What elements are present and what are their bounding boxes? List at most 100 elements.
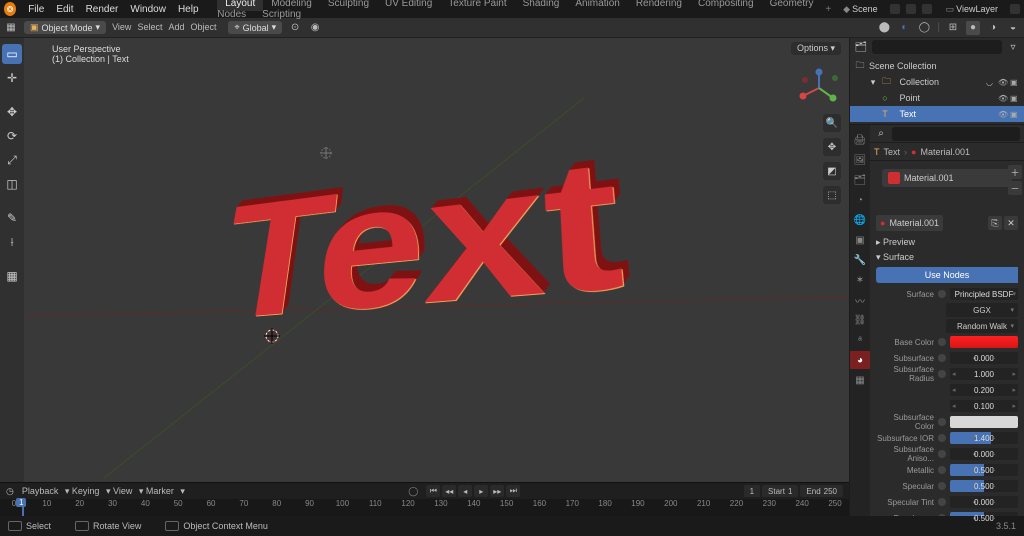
nav-gizmo[interactable]: [799, 68, 839, 108]
overlays-icon[interactable]: ◯: [917, 21, 931, 35]
filter-icon[interactable]: ▿: [1006, 40, 1020, 54]
tree-item-text[interactable]: T Text👁▣: [850, 106, 1024, 122]
select-tool[interactable]: ▭: [2, 44, 22, 64]
addcube-tool[interactable]: ▦: [2, 266, 22, 286]
workspace-tab-shading[interactable]: Shading: [515, 0, 568, 11]
outliner-search[interactable]: [872, 40, 1002, 54]
jump-start-button[interactable]: ⏮: [426, 485, 440, 497]
prop-metallic[interactable]: ◂0.500▸: [950, 464, 1018, 476]
tl-menu-keying[interactable]: Keying: [72, 486, 100, 496]
header-menu-object[interactable]: Object: [190, 22, 216, 32]
pan-icon[interactable]: ✥: [823, 138, 841, 156]
playhead[interactable]: [22, 499, 24, 517]
editor-type-icon[interactable]: ▦: [4, 21, 18, 35]
ptab-material[interactable]: ◕: [850, 351, 870, 369]
ptab-modifiers[interactable]: 🔧: [850, 251, 870, 269]
shading-matcap-icon[interactable]: ◐: [897, 21, 911, 35]
measure-tool[interactable]: ⟊: [2, 232, 22, 252]
prop-subsurface[interactable]: ◂0.000▸: [950, 352, 1018, 364]
frame-current[interactable]: 1: [744, 485, 760, 497]
tree-item-point[interactable]: ○ Point👁▣: [850, 90, 1024, 106]
mode-selector[interactable]: ▣Object Mode▾: [24, 21, 106, 34]
text-3d-object[interactable]: Text Text Text Text Text Text Text: [212, 149, 628, 331]
ptab-world[interactable]: 🌐: [850, 211, 870, 229]
workspace-tab-texture-paint[interactable]: Texture Paint: [440, 0, 514, 11]
ptab-texture[interactable]: ▦: [850, 371, 870, 389]
snap-icon[interactable]: ⊙: [288, 21, 302, 35]
prop-specular-tint[interactable]: ◂0.000▸: [950, 496, 1018, 508]
rotate-tool[interactable]: ⟳: [2, 126, 22, 146]
viewport[interactable]: User Perspective (1) Collection | Text O…: [24, 38, 849, 516]
ptab-render[interactable]: 🖨: [850, 131, 870, 149]
keyframe-prev-button[interactable]: ◂◂: [442, 485, 456, 497]
render-icon[interactable]: ◒: [1006, 21, 1020, 35]
cursor-tool[interactable]: ✛: [2, 68, 22, 88]
workspace-tab-animation[interactable]: Animation: [567, 0, 627, 11]
menu-edit[interactable]: Edit: [50, 2, 79, 17]
ptab-object[interactable]: ▣: [850, 231, 870, 249]
subsurf-method-selector[interactable]: Random Walk: [946, 319, 1018, 333]
ptab-scene[interactable]: ◔: [850, 191, 870, 209]
workspace-tab-sculpting[interactable]: Sculpting: [320, 0, 377, 11]
workspace-tab-uv-editing[interactable]: UV Editing: [377, 0, 440, 11]
prop-subsurface-radius[interactable]: ◂0.200▸: [950, 384, 1018, 396]
frame-end[interactable]: End 250: [800, 485, 843, 497]
menu-window[interactable]: Window: [124, 2, 172, 17]
transform-tool[interactable]: ◫: [2, 174, 22, 194]
material-name-input[interactable]: ●Material.001: [876, 215, 943, 231]
slot-add-button[interactable]: ＋: [1008, 165, 1022, 179]
ptab-constraints[interactable]: ⛓: [850, 311, 870, 329]
ptab-particles[interactable]: ✶: [850, 271, 870, 289]
preview-panel-toggle[interactable]: ▸ Preview: [876, 235, 1018, 250]
orientation-selector[interactable]: ⌖Global▾: [228, 21, 282, 34]
prop-subsurface-aniso-[interactable]: ◂0.000▸: [950, 448, 1018, 460]
keyframe-next-button[interactable]: ▸▸: [490, 485, 504, 497]
prop-subsurf-color[interactable]: [950, 416, 1018, 428]
play-rev-button[interactable]: ◂: [458, 485, 472, 497]
surface-panel-toggle[interactable]: ▾ Surface: [876, 250, 1018, 265]
workspace-tab-rendering[interactable]: Rendering: [628, 0, 690, 11]
shader-selector[interactable]: Principled BSDF▾: [950, 288, 1018, 300]
workspace-tab-compositing[interactable]: Compositing: [690, 0, 762, 11]
prop-subsurface-ior[interactable]: ◂1.400▸: [950, 432, 1018, 444]
solid-icon[interactable]: ●: [966, 21, 980, 35]
proportional-icon[interactable]: ◉: [308, 21, 322, 35]
slot-remove-button[interactable]: －: [1008, 181, 1022, 195]
tl-menu-playback[interactable]: Playback: [22, 486, 59, 496]
prop-subsurface-radius[interactable]: ◂0.100▸: [950, 400, 1018, 412]
tl-menu-marker[interactable]: Marker: [146, 486, 174, 496]
menu-help[interactable]: Help: [172, 2, 205, 17]
matprev-icon[interactable]: ◑: [986, 21, 1000, 35]
tree-collection[interactable]: ▾🗀 Collection ◡👁▣: [850, 74, 1024, 90]
tl-menu-view[interactable]: View: [113, 486, 132, 496]
frame-start[interactable]: Start 1: [762, 485, 798, 497]
play-button[interactable]: ▸: [474, 485, 488, 497]
ptab-physics[interactable]: 〰: [850, 291, 870, 309]
outliner-editor-icon[interactable]: 🗂: [854, 40, 868, 54]
use-nodes-button[interactable]: Use Nodes: [876, 267, 1018, 283]
tree-scene-collection[interactable]: 🗀Scene Collection: [850, 58, 1024, 74]
menu-file[interactable]: File: [22, 2, 50, 17]
prop-subsurface-radius[interactable]: ◂1.000▸: [950, 368, 1018, 380]
distribution-selector[interactable]: GGX: [946, 303, 1018, 317]
properties-search[interactable]: [892, 127, 1020, 141]
prop-specular[interactable]: ◂0.500▸: [950, 480, 1018, 492]
move-tool[interactable]: ✥: [2, 102, 22, 122]
header-menu-view[interactable]: View: [112, 22, 131, 32]
wireframe-icon[interactable]: ⊞: [946, 21, 960, 35]
material-slot[interactable]: Material.001: [882, 169, 1012, 187]
prop-base-color[interactable]: [950, 336, 1018, 348]
zoom-icon[interactable]: 🔍: [823, 114, 841, 132]
scale-tool[interactable]: ⤢: [2, 150, 22, 170]
ptab-output[interactable]: 🖼: [850, 151, 870, 169]
ptab-data[interactable]: ᵃ: [850, 331, 870, 349]
timeline-playback-icon[interactable]: ◷: [6, 486, 14, 497]
annotate-tool[interactable]: ✎: [2, 208, 22, 228]
timeline-ruler[interactable]: 0102030405060708090100110120130140150160…: [0, 499, 849, 517]
scene-selector[interactable]: ◆Scene: [839, 2, 881, 17]
shading-flat-icon[interactable]: ⬤: [877, 21, 891, 35]
options-popover[interactable]: Options ▾: [791, 42, 841, 55]
jump-end-button[interactable]: ⏭: [506, 485, 520, 497]
mat-new-button[interactable]: ⎘: [988, 216, 1002, 230]
ptab-viewlayer[interactable]: 🗂: [850, 171, 870, 189]
